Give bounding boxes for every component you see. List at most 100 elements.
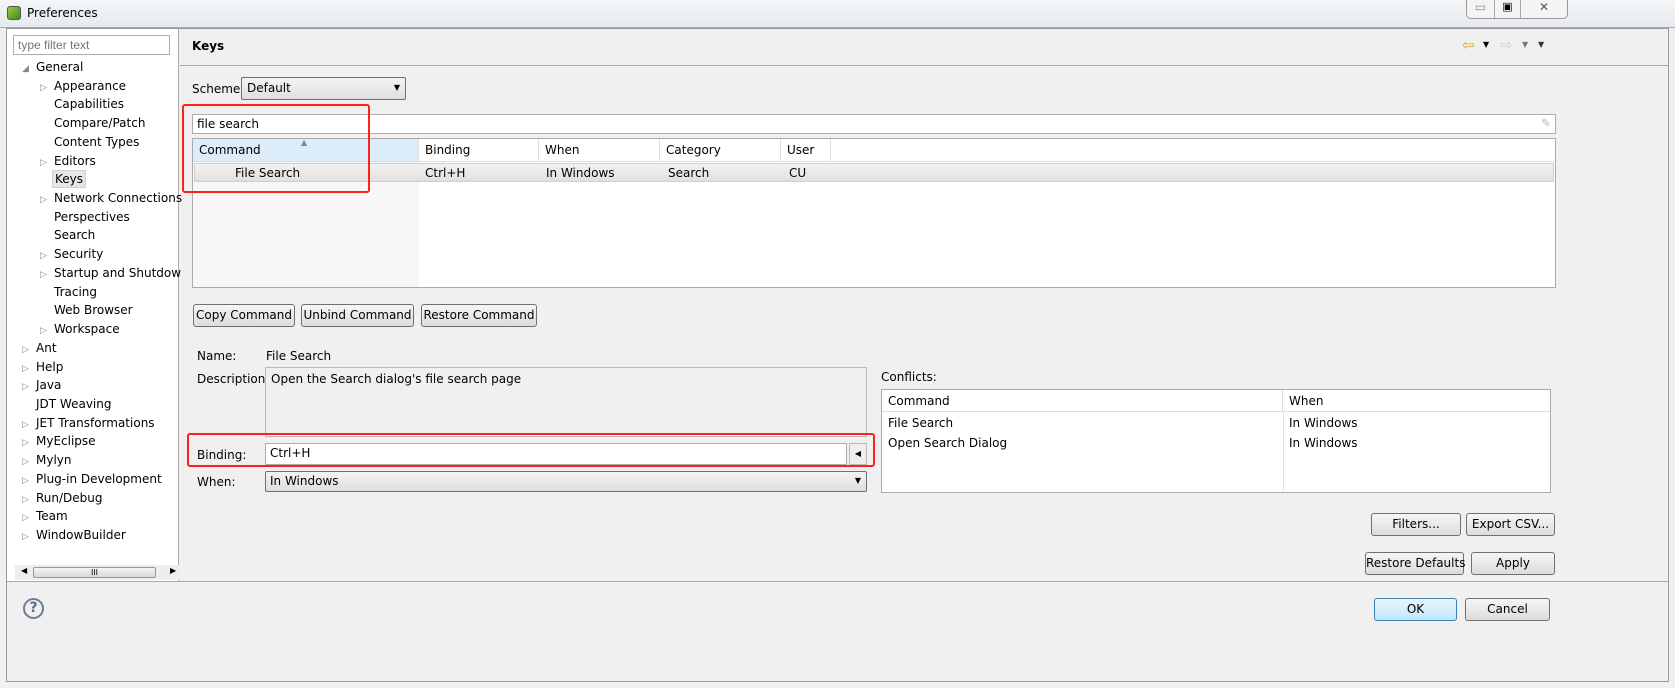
collapsed-triangle-icon[interactable]: ▷: [22, 513, 34, 523]
maximize-button[interactable]: ▣: [1495, 0, 1521, 18]
conflict-row-command[interactable]: Open Search Dialog: [888, 434, 1007, 452]
conflicts-label: Conflicts:: [881, 370, 937, 384]
tree-filter-input[interactable]: [13, 35, 170, 55]
copy-command-button[interactable]: Copy Command: [193, 304, 295, 327]
tree-item-label: Network Connections: [54, 191, 183, 206]
tree-item[interactable]: ▷ JET Transformations: [22, 416, 157, 430]
tree-item[interactable]: ▷ WindowBuilder: [22, 528, 128, 542]
tree-item[interactable]: ▷ Help: [22, 360, 65, 374]
description-label: Description:: [197, 372, 270, 386]
when-select[interactable]: In Windows ▼: [265, 471, 867, 492]
tree-item[interactable]: ▷ Security: [40, 247, 105, 261]
tree-item[interactable]: ▷ Mylyn: [22, 453, 74, 467]
tree-item[interactable]: ▷ Plug-in Development: [22, 472, 164, 486]
scroll-right-icon[interactable]: ▶: [170, 566, 176, 575]
chevron-down-icon: ▼: [393, 83, 400, 92]
cancel-button[interactable]: Cancel: [1465, 598, 1550, 621]
column-header-category[interactable]: Category: [660, 139, 781, 161]
clear-filter-icon[interactable]: ✎: [1541, 116, 1551, 131]
apply-button[interactable]: Apply: [1471, 552, 1555, 575]
tree-item[interactable]: ▷ Workspace: [40, 322, 122, 336]
tree-item[interactable]: ▷ Startup and Shutdow: [40, 266, 183, 280]
collapsed-triangle-icon[interactable]: ▷: [22, 382, 34, 392]
tree-item-label: Run/Debug: [36, 490, 103, 505]
conflicts-header: Command When: [882, 390, 1550, 412]
tree-item[interactable]: ▷ Run/Debug: [22, 491, 105, 505]
filters-button[interactable]: Filters...: [1371, 513, 1461, 536]
conflict-row-command[interactable]: File Search: [888, 414, 953, 432]
back-dropdown-icon[interactable]: ▼: [1483, 40, 1489, 49]
scroll-left-icon[interactable]: ◀: [21, 566, 27, 575]
column-header-when[interactable]: When: [539, 139, 660, 161]
when-label: When:: [197, 475, 236, 489]
collapsed-triangle-icon[interactable]: ▷: [22, 345, 34, 355]
tree-item[interactable]: ▷ Editors: [40, 154, 98, 168]
highlight-box-binding: [187, 433, 875, 467]
conflicts-column-when[interactable]: When: [1283, 390, 1550, 412]
tree-item[interactable]: Web Browser: [40, 303, 135, 317]
tree-item[interactable]: ▷ Ant: [22, 341, 59, 355]
table-row[interactable]: File Search Ctrl+H In Windows Search CU: [194, 163, 1554, 182]
tree-item[interactable]: Capabilities: [40, 97, 126, 111]
tree-horizontal-scrollbar[interactable]: ◀ III ▶: [15, 565, 181, 580]
unbind-command-button[interactable]: Unbind Command: [301, 304, 414, 327]
minimize-button[interactable]: ▭: [1467, 0, 1495, 18]
collapsed-triangle-icon[interactable]: ▷: [40, 270, 52, 280]
commands-table: Command ▲ Binding When Category User File…: [192, 138, 1556, 288]
collapsed-triangle-icon[interactable]: ▷: [40, 83, 52, 93]
conflicts-column-command[interactable]: Command: [882, 390, 1283, 412]
eclipse-leaf-icon: [7, 6, 21, 20]
export-csv-button[interactable]: Export CSV...: [1466, 513, 1555, 536]
restore-command-button[interactable]: Restore Command: [421, 304, 537, 327]
row-binding: Ctrl+H: [425, 166, 466, 180]
forward-dropdown-icon[interactable]: ▼: [1522, 40, 1528, 49]
tree-item[interactable]: JDT Weaving: [22, 397, 113, 411]
column-header-user[interactable]: User: [781, 139, 831, 161]
collapsed-triangle-icon[interactable]: ▷: [22, 420, 34, 430]
collapsed-triangle-icon[interactable]: ▷: [22, 495, 34, 505]
back-arrow-icon[interactable]: ⇦: [1462, 36, 1475, 54]
scheme-select[interactable]: Default ▼: [241, 77, 406, 100]
when-value: In Windows: [270, 474, 339, 488]
collapsed-triangle-icon[interactable]: ▷: [22, 532, 34, 542]
tree-item[interactable]: ▷ Java: [22, 378, 63, 392]
collapsed-triangle-icon[interactable]: ▷: [22, 476, 34, 486]
expanded-triangle-icon[interactable]: ◢: [22, 64, 34, 74]
tree-item-label: MyEclipse: [36, 434, 96, 449]
tree-item[interactable]: ▷ Team: [22, 509, 70, 523]
tree-item[interactable]: Search: [40, 228, 97, 242]
tree-item[interactable]: Tracing: [40, 285, 99, 299]
collapsed-triangle-icon[interactable]: ▷: [40, 195, 52, 205]
tree-item-label: JET Transformations: [36, 415, 155, 430]
tree-item[interactable]: ▷ Appearance: [40, 79, 128, 93]
collapsed-triangle-icon[interactable]: ▷: [40, 158, 52, 168]
view-menu-icon[interactable]: ▼: [1538, 40, 1544, 49]
collapsed-triangle-icon[interactable]: ▷: [40, 326, 52, 336]
tree-item[interactable]: Compare/Patch: [40, 116, 147, 130]
chevron-down-icon: ▼: [854, 476, 861, 485]
tree-item[interactable]: Keys: [40, 170, 87, 189]
close-button[interactable]: ✕: [1521, 0, 1567, 18]
ok-button[interactable]: OK: [1374, 598, 1457, 621]
collapsed-triangle-icon[interactable]: ▷: [22, 364, 34, 374]
tree-item[interactable]: ▷ Network Connections: [40, 191, 184, 205]
scroll-thumb[interactable]: III: [33, 567, 156, 578]
collapsed-triangle-icon[interactable]: ▷: [22, 438, 34, 448]
window-controls: ▭ ▣ ✕: [1466, 0, 1568, 19]
collapsed-triangle-icon[interactable]: ▷: [40, 251, 52, 261]
tree-item[interactable]: Perspectives: [40, 210, 132, 224]
column-header-binding[interactable]: Binding: [419, 139, 539, 161]
tree-item-label: Plug-in Development: [36, 471, 162, 486]
forward-arrow-icon[interactable]: ⇨: [1500, 36, 1513, 54]
row-user: CU: [789, 166, 807, 180]
scheme-value: Default: [247, 81, 291, 95]
tree-item[interactable]: ▷ MyEclipse: [22, 434, 98, 448]
tree-item[interactable]: Content Types: [40, 135, 141, 149]
page-header: Keys ⇦ ▼ ⇨ ▼ ▼: [180, 29, 1668, 66]
command-filter-input[interactable]: file search ✎: [192, 114, 1556, 134]
tree-item-label: Keys: [52, 170, 87, 189]
help-icon[interactable]: ?: [23, 598, 44, 619]
restore-defaults-button[interactable]: Restore Defaults: [1365, 552, 1465, 575]
tree-item[interactable]: ◢ General: [22, 60, 85, 74]
collapsed-triangle-icon[interactable]: ▷: [22, 457, 34, 467]
